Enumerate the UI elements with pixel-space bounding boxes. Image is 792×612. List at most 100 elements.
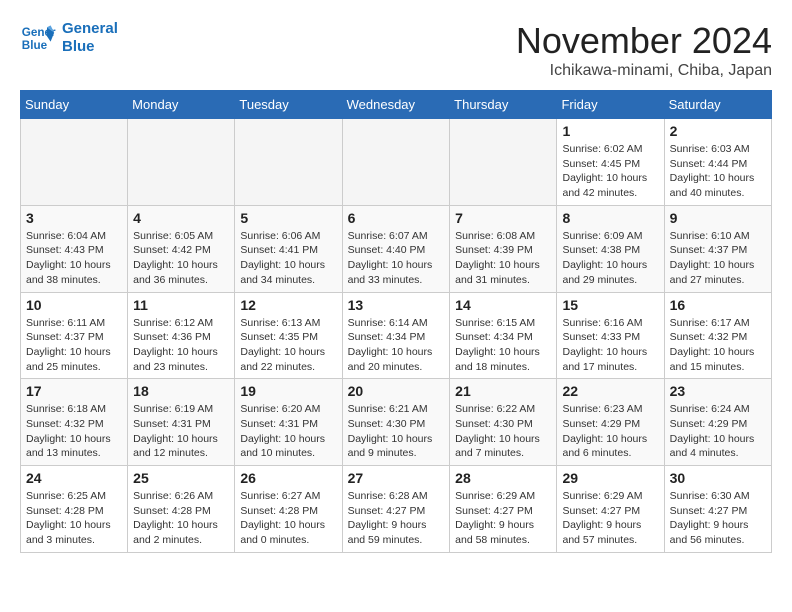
- day-number: 20: [348, 383, 445, 399]
- day-number: 19: [240, 383, 336, 399]
- weekday-header-saturday: Saturday: [664, 91, 771, 119]
- day-info: Sunrise: 6:23 AM Sunset: 4:29 PM Dayligh…: [562, 402, 658, 461]
- day-number: 6: [348, 210, 445, 226]
- calendar-cell: 20 Sunrise: 6:21 AM Sunset: 4:30 PM Dayli…: [342, 379, 450, 466]
- day-info: Sunrise: 6:22 AM Sunset: 4:30 PM Dayligh…: [455, 402, 551, 461]
- day-number: 8: [562, 210, 658, 226]
- week-row-5: 24 Sunrise: 6:25 AM Sunset: 4:28 PM Dayli…: [21, 466, 772, 553]
- day-info: Sunrise: 6:24 AM Sunset: 4:29 PM Dayligh…: [670, 402, 766, 461]
- calendar-cell: 25 Sunrise: 6:26 AM Sunset: 4:28 PM Dayli…: [128, 466, 235, 553]
- day-info: Sunrise: 6:02 AM Sunset: 4:45 PM Dayligh…: [562, 142, 658, 201]
- calendar-cell: 24 Sunrise: 6:25 AM Sunset: 4:28 PM Dayli…: [21, 466, 128, 553]
- day-number: 1: [562, 123, 658, 139]
- day-info: Sunrise: 6:29 AM Sunset: 4:27 PM Dayligh…: [562, 489, 658, 548]
- weekday-header-thursday: Thursday: [450, 91, 557, 119]
- day-info: Sunrise: 6:26 AM Sunset: 4:28 PM Dayligh…: [133, 489, 229, 548]
- day-info: Sunrise: 6:28 AM Sunset: 4:27 PM Dayligh…: [348, 489, 445, 548]
- day-number: 26: [240, 470, 336, 486]
- day-number: 27: [348, 470, 445, 486]
- calendar-cell: 27 Sunrise: 6:28 AM Sunset: 4:27 PM Dayli…: [342, 466, 450, 553]
- calendar-cell: 28Sunrise: 6:29 AM Sunset: 4:27 PM Dayli…: [450, 466, 557, 553]
- day-number: 14: [455, 297, 551, 313]
- day-info: Sunrise: 6:12 AM Sunset: 4:36 PM Dayligh…: [133, 316, 229, 375]
- weekday-header-monday: Monday: [128, 91, 235, 119]
- day-info: Sunrise: 6:27 AM Sunset: 4:28 PM Dayligh…: [240, 489, 336, 548]
- title-area: November 2024 Ichikawa-minami, Chiba, Ja…: [516, 20, 772, 80]
- calendar-cell: [450, 119, 557, 206]
- day-number: 11: [133, 297, 229, 313]
- calendar-cell: 26 Sunrise: 6:27 AM Sunset: 4:28 PM Dayli…: [235, 466, 342, 553]
- calendar-cell: 12 Sunrise: 6:13 AM Sunset: 4:35 PM Dayli…: [235, 292, 342, 379]
- day-number: 7: [455, 210, 551, 226]
- calendar-cell: [128, 119, 235, 206]
- calendar-cell: 1 Sunrise: 6:02 AM Sunset: 4:45 PM Daylig…: [557, 119, 664, 206]
- calendar-cell: 8Sunrise: 6:09 AM Sunset: 4:38 PM Daylig…: [557, 205, 664, 292]
- day-number: 28: [455, 470, 551, 486]
- day-number: 16: [670, 297, 766, 313]
- week-row-2: 3 Sunrise: 6:04 AM Sunset: 4:43 PM Daylig…: [21, 205, 772, 292]
- week-row-4: 17 Sunrise: 6:18 AM Sunset: 4:32 PM Dayli…: [21, 379, 772, 466]
- calendar-cell: 18Sunrise: 6:19 AM Sunset: 4:31 PM Dayli…: [128, 379, 235, 466]
- day-number: 22: [562, 383, 658, 399]
- weekday-header-wednesday: Wednesday: [342, 91, 450, 119]
- calendar-cell: 17 Sunrise: 6:18 AM Sunset: 4:32 PM Dayli…: [21, 379, 128, 466]
- logo: General Blue General Blue: [20, 20, 118, 56]
- day-info: Sunrise: 6:06 AM Sunset: 4:41 PM Dayligh…: [240, 229, 336, 288]
- calendar-cell: 14 Sunrise: 6:15 AM Sunset: 4:34 PM Dayli…: [450, 292, 557, 379]
- calendar-cell: 2 Sunrise: 6:03 AM Sunset: 4:44 PM Daylig…: [664, 119, 771, 206]
- day-info: Sunrise: 6:18 AM Sunset: 4:32 PM Dayligh…: [26, 402, 122, 461]
- calendar-cell: 3 Sunrise: 6:04 AM Sunset: 4:43 PM Daylig…: [21, 205, 128, 292]
- day-number: 18: [133, 383, 229, 399]
- day-info: Sunrise: 6:04 AM Sunset: 4:43 PM Dayligh…: [26, 229, 122, 288]
- day-number: 13: [348, 297, 445, 313]
- calendar-cell: 15 Sunrise: 6:16 AM Sunset: 4:33 PM Dayli…: [557, 292, 664, 379]
- day-info: Sunrise: 6:05 AM Sunset: 4:42 PM Dayligh…: [133, 229, 229, 288]
- calendar-cell: 9 Sunrise: 6:10 AM Sunset: 4:37 PM Daylig…: [664, 205, 771, 292]
- day-info: Sunrise: 6:15 AM Sunset: 4:34 PM Dayligh…: [455, 316, 551, 375]
- day-number: 17: [26, 383, 122, 399]
- day-number: 9: [670, 210, 766, 226]
- calendar-cell: 16 Sunrise: 6:17 AM Sunset: 4:32 PM Dayli…: [664, 292, 771, 379]
- calendar-cell: 19 Sunrise: 6:20 AM Sunset: 4:31 PM Dayli…: [235, 379, 342, 466]
- day-number: 29: [562, 470, 658, 486]
- day-info: Sunrise: 6:20 AM Sunset: 4:31 PM Dayligh…: [240, 402, 336, 461]
- location: Ichikawa-minami, Chiba, Japan: [516, 62, 772, 80]
- day-number: 12: [240, 297, 336, 313]
- day-info: Sunrise: 6:13 AM Sunset: 4:35 PM Dayligh…: [240, 316, 336, 375]
- day-number: 24: [26, 470, 122, 486]
- day-number: 2: [670, 123, 766, 139]
- calendar-cell: 4 Sunrise: 6:05 AM Sunset: 4:42 PM Daylig…: [128, 205, 235, 292]
- page-header: General Blue General Blue November 2024 …: [20, 20, 772, 80]
- day-info: Sunrise: 6:14 AM Sunset: 4:34 PM Dayligh…: [348, 316, 445, 375]
- day-info: Sunrise: 6:10 AM Sunset: 4:37 PM Dayligh…: [670, 229, 766, 288]
- day-number: 15: [562, 297, 658, 313]
- day-info: Sunrise: 6:21 AM Sunset: 4:30 PM Dayligh…: [348, 402, 445, 461]
- calendar-cell: 7Sunrise: 6:08 AM Sunset: 4:39 PM Daylig…: [450, 205, 557, 292]
- calendar-cell: 11 Sunrise: 6:12 AM Sunset: 4:36 PM Dayli…: [128, 292, 235, 379]
- weekday-header-tuesday: Tuesday: [235, 91, 342, 119]
- week-row-1: 1 Sunrise: 6:02 AM Sunset: 4:45 PM Daylig…: [21, 119, 772, 206]
- month-title: November 2024: [516, 20, 772, 62]
- weekday-header-sunday: Sunday: [21, 91, 128, 119]
- day-info: Sunrise: 6:17 AM Sunset: 4:32 PM Dayligh…: [670, 316, 766, 375]
- day-number: 21: [455, 383, 551, 399]
- calendar-table: SundayMondayTuesdayWednesdayThursdayFrid…: [20, 90, 772, 553]
- logo-text: General Blue: [62, 20, 118, 56]
- day-info: Sunrise: 6:16 AM Sunset: 4:33 PM Dayligh…: [562, 316, 658, 375]
- weekday-header-friday: Friday: [557, 91, 664, 119]
- day-number: 30: [670, 470, 766, 486]
- day-info: Sunrise: 6:07 AM Sunset: 4:40 PM Dayligh…: [348, 229, 445, 288]
- calendar-cell: 30Sunrise: 6:30 AM Sunset: 4:27 PM Dayli…: [664, 466, 771, 553]
- day-number: 25: [133, 470, 229, 486]
- calendar-cell: 10Sunrise: 6:11 AM Sunset: 4:37 PM Dayli…: [21, 292, 128, 379]
- day-info: Sunrise: 6:03 AM Sunset: 4:44 PM Dayligh…: [670, 142, 766, 201]
- day-number: 3: [26, 210, 122, 226]
- day-number: 4: [133, 210, 229, 226]
- day-number: 10: [26, 297, 122, 313]
- calendar-cell: 13 Sunrise: 6:14 AM Sunset: 4:34 PM Dayli…: [342, 292, 450, 379]
- calendar-cell: 22 Sunrise: 6:23 AM Sunset: 4:29 PM Dayli…: [557, 379, 664, 466]
- day-info: Sunrise: 6:25 AM Sunset: 4:28 PM Dayligh…: [26, 489, 122, 548]
- svg-text:Blue: Blue: [22, 39, 48, 52]
- logo-icon: General Blue: [20, 20, 56, 56]
- calendar-cell: 29 Sunrise: 6:29 AM Sunset: 4:27 PM Dayli…: [557, 466, 664, 553]
